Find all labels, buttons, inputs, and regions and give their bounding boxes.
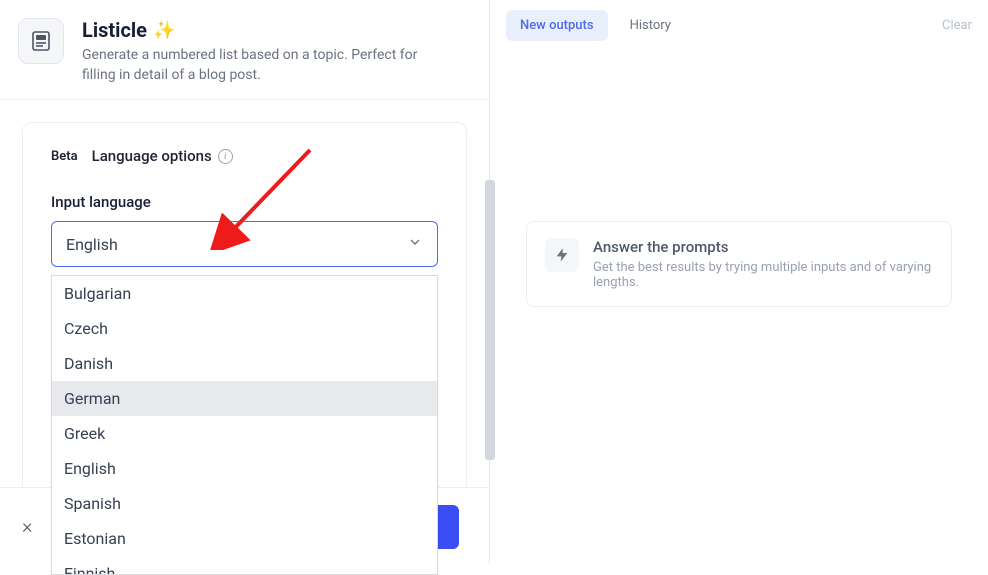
language-dropdown[interactable]: BulgarianCzechDanishGermanGreekEnglishSp… xyxy=(51,275,438,575)
empty-state-card: Answer the prompts Get the best results … xyxy=(526,221,952,307)
language-option[interactable]: Greek xyxy=(52,416,437,451)
sparkle-icon: ✨ xyxy=(153,20,175,41)
output-tabs: New outputs History Clear xyxy=(506,10,972,41)
tab-history[interactable]: History xyxy=(616,10,685,41)
clear-button[interactable]: Clear xyxy=(942,18,972,33)
tab-new-outputs[interactable]: New outputs xyxy=(506,10,608,41)
bolt-icon xyxy=(545,238,579,272)
input-language-select[interactable]: English xyxy=(51,221,438,267)
empty-state-title: Answer the prompts xyxy=(593,238,933,256)
close-button[interactable]: × xyxy=(22,514,32,538)
language-option[interactable]: German xyxy=(52,381,437,416)
input-language-label: Input language xyxy=(51,193,438,211)
template-header: Listicle ✨ Generate a numbered list base… xyxy=(0,0,489,100)
language-option[interactable]: Czech xyxy=(52,311,437,346)
chevron-down-icon xyxy=(407,234,423,254)
empty-state-subtitle: Get the best results by trying multiple … xyxy=(593,260,933,290)
beta-badge: Beta xyxy=(51,149,78,164)
language-option[interactable]: Finnish xyxy=(52,556,437,575)
language-option[interactable]: Danish xyxy=(52,346,437,381)
template-title: Listicle ✨ xyxy=(82,18,442,42)
language-option[interactable]: Spanish xyxy=(52,486,437,521)
language-option[interactable]: English xyxy=(52,451,437,486)
resize-handle[interactable] xyxy=(485,180,495,460)
template-description: Generate a numbered list based on a topi… xyxy=(82,46,442,85)
right-panel: New outputs History Clear Answer the pro… xyxy=(490,0,988,563)
language-options-label: Language options i xyxy=(92,147,233,165)
language-option[interactable]: Bulgarian xyxy=(52,276,437,311)
selected-language-value: English xyxy=(66,235,118,254)
form-card: Beta Language options i Input language E… xyxy=(22,122,467,541)
info-icon[interactable]: i xyxy=(218,149,233,164)
listicle-icon xyxy=(18,18,64,64)
language-option[interactable]: Estonian xyxy=(52,521,437,556)
left-panel: Listicle ✨ Generate a numbered list base… xyxy=(0,0,490,563)
